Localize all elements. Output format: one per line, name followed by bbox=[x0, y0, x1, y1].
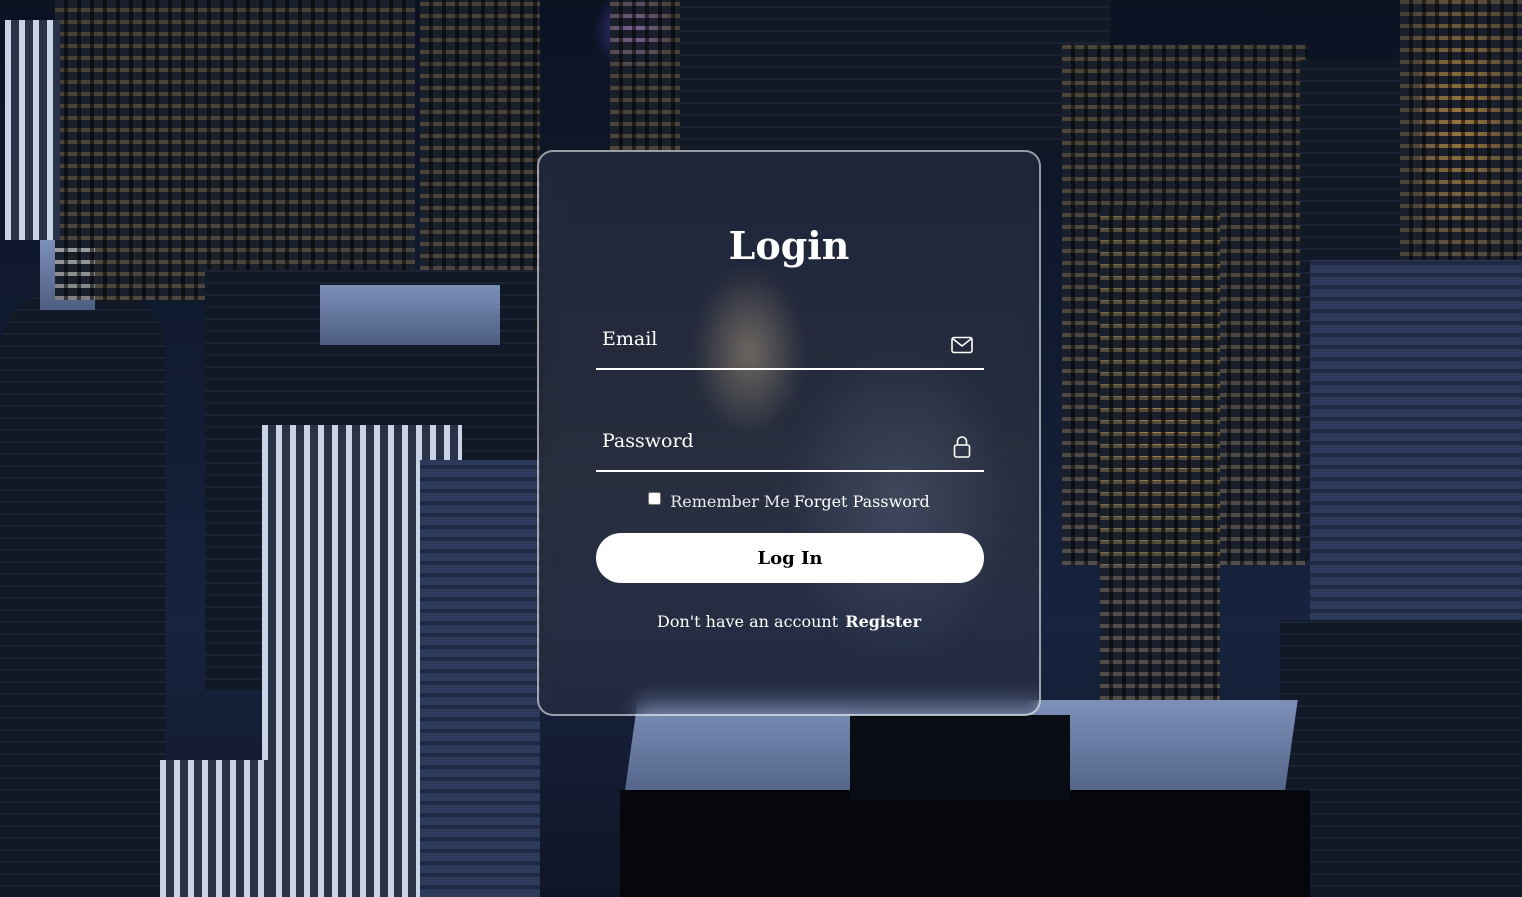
email-input[interactable] bbox=[596, 320, 984, 368]
background-rooftop bbox=[320, 285, 500, 345]
password-input[interactable] bbox=[596, 422, 984, 470]
background-tower bbox=[1100, 210, 1220, 700]
login-card: Login Remember Me Forget Password Log In… bbox=[537, 150, 1041, 716]
background-building bbox=[620, 790, 1310, 897]
login-title: Login bbox=[728, 223, 850, 268]
background-tower bbox=[0, 290, 165, 897]
remember-me-label[interactable]: Remember Me bbox=[670, 492, 790, 511]
background-building bbox=[160, 760, 270, 897]
background-building bbox=[610, 0, 680, 150]
background-building bbox=[680, 0, 1110, 150]
envelope-icon bbox=[950, 333, 974, 357]
background-building bbox=[420, 0, 540, 270]
register-row: Don't have an account Register bbox=[539, 612, 1039, 631]
background-building bbox=[5, 20, 60, 240]
register-link[interactable]: Register bbox=[845, 612, 921, 631]
background-building bbox=[1280, 620, 1522, 897]
remember-me-checkbox[interactable] bbox=[648, 492, 662, 505]
register-prompt: Don't have an account bbox=[656, 612, 839, 631]
remember-row: Remember Me Forget Password bbox=[539, 492, 1039, 511]
log-in-button[interactable]: Log In bbox=[596, 533, 984, 583]
lock-icon bbox=[950, 435, 974, 459]
background-rooftop-structure bbox=[850, 715, 1070, 800]
email-field-group bbox=[596, 320, 984, 370]
password-field-group bbox=[596, 422, 984, 472]
forget-password-link[interactable]: Forget Password bbox=[794, 492, 930, 511]
background-building bbox=[55, 0, 415, 300]
background-building bbox=[420, 460, 540, 897]
